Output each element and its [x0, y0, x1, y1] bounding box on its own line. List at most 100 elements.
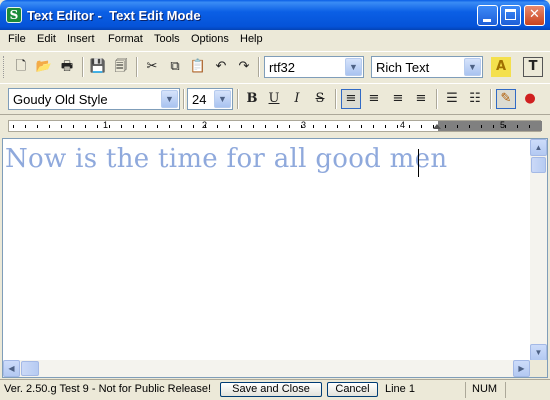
app-icon: S: [6, 7, 22, 23]
underline-button[interactable]: U: [264, 89, 284, 109]
ruler-tick: [313, 125, 314, 128]
status-divider: [465, 382, 466, 398]
ruler-label: 2: [202, 120, 208, 130]
formatting-toolbar: Goudy Old Style ▼ 24 ▼ B U I S ≡ ≡ ≡ ≡ ☰…: [0, 83, 550, 113]
menu-options[interactable]: Options: [191, 33, 229, 45]
scroll-up-icon[interactable]: ▲: [530, 139, 547, 156]
line-indicator: Line 1: [385, 383, 415, 395]
ruler-tick: [193, 125, 194, 128]
chevron-down-icon[interactable]: ▼: [345, 58, 362, 76]
ruler-tick: [349, 125, 350, 128]
minimize-icon: [483, 19, 491, 22]
ruler-tick: [481, 125, 482, 128]
ruler-tick: [337, 125, 338, 128]
cancel-button[interactable]: Cancel: [327, 382, 378, 397]
bullets-button[interactable]: ☰: [442, 89, 462, 109]
ruler-tick: [121, 125, 122, 128]
ruler-tick: [445, 125, 446, 128]
minimize-button[interactable]: [477, 5, 498, 26]
chevron-down-icon[interactable]: ▼: [161, 90, 178, 108]
ruler-tick: [13, 125, 14, 128]
ruler-tick: [85, 125, 86, 128]
ruler-tick: [289, 125, 290, 128]
ruler-tick: [457, 125, 458, 128]
vertical-scroll-thumb[interactable]: [531, 157, 546, 173]
ruler-tick: [373, 125, 374, 128]
font-family-select[interactable]: Goudy Old Style ▼: [8, 88, 180, 110]
save-all-icon[interactable]: 🗐: [111, 57, 131, 77]
pen-icon[interactable]: ✎: [496, 89, 516, 109]
scroll-down-icon[interactable]: ▼: [530, 344, 547, 361]
ruler-tick: [133, 125, 134, 128]
ruler-label: 1: [103, 120, 109, 130]
standard-toolbar: 🗋 📂 🖶 💾 🗐 ✂ ⧉ 📋 ↶ ↷ rtf32 ▼ Rich Text ▼ …: [0, 51, 550, 81]
text-frame-icon[interactable]: T: [523, 57, 543, 77]
toolbar-separator: [136, 57, 138, 77]
highlight-icon[interactable]: A: [491, 57, 511, 77]
menu-edit[interactable]: Edit: [37, 33, 56, 45]
align-center-button[interactable]: ≡: [364, 89, 384, 109]
ruler-tick: [409, 125, 410, 128]
bold-button[interactable]: B: [242, 89, 262, 109]
horizontal-scrollbar[interactable]: ◀ ▶: [3, 360, 530, 377]
num-lock-indicator: NUM: [472, 383, 498, 395]
print-icon[interactable]: 🖶: [57, 57, 77, 77]
window-title: Text Editor - Text Edit Mode: [27, 8, 201, 23]
toolbar-separator: [258, 57, 260, 77]
ruler-margin: [438, 121, 542, 131]
color-palette-icon[interactable]: ●: [520, 89, 540, 109]
strikethrough-button[interactable]: S: [310, 89, 330, 109]
ruler-tick: [529, 125, 530, 128]
ruler-label: 3: [301, 120, 307, 130]
edit-mode-select[interactable]: Rich Text ▼: [371, 56, 483, 78]
scroll-left-icon[interactable]: ◀: [3, 360, 20, 377]
align-right-button[interactable]: ≡: [388, 89, 408, 109]
toolbar-separator: [183, 89, 185, 109]
ruler-tick: [505, 125, 506, 128]
document-text[interactable]: Now is the time for all good men: [5, 144, 447, 174]
paste-icon[interactable]: 📋: [188, 57, 208, 77]
close-button[interactable]: ✕: [524, 5, 545, 26]
save-icon[interactable]: 💾: [88, 57, 108, 77]
ruler-tick: [253, 125, 254, 128]
font-size-select[interactable]: 24 ▼: [187, 88, 233, 110]
toolbar-grip[interactable]: [3, 56, 6, 78]
maximize-icon: [505, 9, 516, 20]
menu-tools[interactable]: Tools: [154, 33, 180, 45]
editor-area[interactable]: Now is the time for all good men ▲ ▼ ◀ ▶: [2, 138, 548, 378]
ruler-tick: [265, 125, 266, 128]
ruler-tick: [397, 125, 398, 128]
save-and-close-button[interactable]: Save and Close: [220, 382, 322, 397]
menu-file[interactable]: File: [8, 33, 26, 45]
scroll-right-icon[interactable]: ▶: [513, 360, 530, 377]
ruler-tick: [97, 125, 98, 128]
horizontal-scroll-thumb[interactable]: [21, 361, 39, 376]
scroll-corner: [530, 360, 547, 377]
toolbar-separator: [335, 89, 337, 109]
format-type-select[interactable]: rtf32 ▼: [264, 56, 364, 78]
vertical-scrollbar[interactable]: ▲ ▼: [530, 139, 547, 361]
ruler-tick: [421, 125, 422, 128]
undo-icon[interactable]: ↶: [211, 57, 231, 77]
title-bar: S Text Editor - Text Edit Mode ✕: [0, 0, 550, 30]
chevron-down-icon[interactable]: ▼: [464, 58, 481, 76]
align-left-button[interactable]: ≡: [341, 89, 361, 109]
chevron-down-icon[interactable]: ▼: [214, 90, 231, 108]
cut-icon[interactable]: ✂: [142, 57, 162, 77]
edit-mode-value: Rich Text: [376, 60, 430, 75]
menu-insert[interactable]: Insert: [67, 33, 95, 45]
numbering-button[interactable]: ☷: [465, 89, 485, 109]
ruler-tick: [277, 125, 278, 128]
redo-icon[interactable]: ↷: [234, 57, 254, 77]
maximize-button[interactable]: [500, 5, 521, 26]
justify-button[interactable]: ≡: [411, 89, 431, 109]
open-folder-icon[interactable]: 📂: [34, 57, 54, 77]
menu-format[interactable]: Format: [108, 33, 143, 45]
right-margin-marker[interactable]: [433, 124, 441, 129]
ruler-tick: [25, 125, 26, 128]
italic-button[interactable]: I: [287, 89, 307, 109]
menu-help[interactable]: Help: [240, 33, 263, 45]
ruler-tick: [169, 125, 170, 128]
new-icon[interactable]: 🗋: [11, 57, 31, 77]
copy-icon[interactable]: ⧉: [165, 57, 185, 77]
